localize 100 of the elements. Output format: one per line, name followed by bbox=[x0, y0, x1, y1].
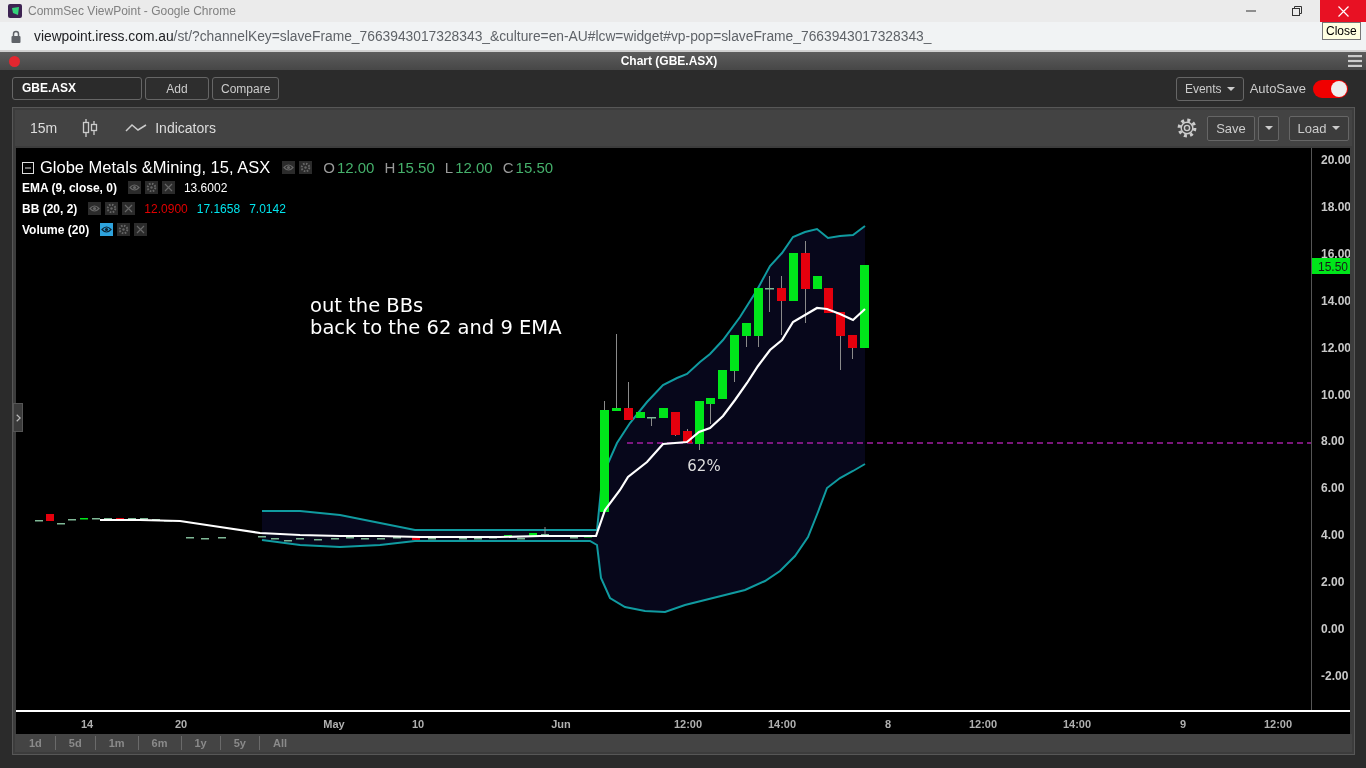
menu-icon[interactable] bbox=[1348, 55, 1362, 67]
falling-candle bbox=[683, 428, 692, 444]
rising-candle bbox=[718, 370, 727, 399]
interval-button[interactable]: 15m bbox=[30, 120, 58, 136]
caret-down-icon bbox=[1332, 126, 1341, 130]
side-panel-handle[interactable] bbox=[13, 403, 23, 432]
close-icon[interactable] bbox=[122, 202, 136, 215]
rising-candle bbox=[754, 287, 763, 348]
time-axis-label: 9 bbox=[1179, 718, 1187, 730]
chevron-right-icon bbox=[15, 413, 21, 422]
flat-candle bbox=[765, 275, 774, 313]
compare-button[interactable]: Compare bbox=[212, 77, 280, 100]
chart-annotation: out the BBs back to the 62 and 9 EMA bbox=[310, 295, 562, 339]
eye-icon[interactable] bbox=[282, 161, 296, 174]
price-axis-label: 4.00 bbox=[1321, 528, 1345, 543]
close-icon[interactable] bbox=[161, 181, 175, 194]
falling-candle bbox=[624, 381, 633, 421]
price-axis-label: 8.00 bbox=[1321, 434, 1345, 449]
time-axis-label: May bbox=[323, 718, 345, 730]
rising-candle bbox=[813, 276, 822, 289]
falling-candle bbox=[836, 311, 845, 371]
eye-icon[interactable] bbox=[100, 223, 114, 236]
save-button[interactable]: Save bbox=[1207, 115, 1255, 141]
rising-candle bbox=[695, 400, 704, 451]
price-axis-label: 12.00 bbox=[1321, 340, 1350, 355]
time-axis-label: 8 bbox=[884, 718, 892, 730]
save-options-button[interactable] bbox=[1258, 115, 1279, 141]
indicator-label: BB (20, 2) bbox=[22, 201, 78, 216]
time-axis-label: 14 bbox=[80, 718, 94, 730]
indicator-label: EMA (9, close, 0) bbox=[22, 180, 117, 195]
ohlc-label: L bbox=[444, 159, 454, 176]
lock-icon bbox=[11, 29, 21, 43]
price-axis-label: 14.00 bbox=[1321, 293, 1350, 308]
close-icon[interactable] bbox=[134, 223, 148, 236]
price-axis-label: -2.00 bbox=[1321, 668, 1349, 683]
settings-icon[interactable] bbox=[117, 223, 131, 236]
settings-icon[interactable] bbox=[299, 161, 313, 174]
address-field[interactable]: viewpoint.iress.com.au/st/?channelKey=slaveFrame_7663943017328343_&culture=en-AU#lcw=widget#vp-pop=slaveFrame_7663943017328343_ bbox=[34, 28, 932, 44]
indicator-label: Volume (20) bbox=[22, 222, 90, 237]
ohlc-value: 15.50 bbox=[515, 159, 554, 176]
ohlc-value: 12.00 bbox=[455, 159, 493, 176]
time-axis-label: 10 bbox=[411, 718, 425, 730]
rising-candle bbox=[636, 412, 645, 418]
collapse-icon[interactable] bbox=[22, 161, 34, 174]
indicator-value: 7.0142 bbox=[249, 201, 286, 216]
time-axis-label: 12:00 bbox=[673, 718, 703, 730]
time-axis-label: 14:00 bbox=[767, 718, 797, 730]
price-axis-label: 10.00 bbox=[1321, 387, 1350, 402]
events-button[interactable]: Events bbox=[1175, 76, 1244, 101]
ohlc-label: C bbox=[502, 159, 514, 176]
rising-candle bbox=[706, 397, 715, 425]
indicator-value: 17.1658 bbox=[196, 201, 241, 216]
favicon-icon bbox=[8, 4, 22, 18]
settings-icon[interactable] bbox=[144, 181, 158, 194]
indicators-button[interactable]: Indicators bbox=[125, 120, 216, 136]
time-axis-label: Jun bbox=[551, 718, 571, 730]
restore-icon bbox=[1292, 6, 1302, 16]
rising-candle bbox=[659, 408, 668, 418]
time-axis-label: 20 bbox=[174, 718, 188, 730]
caret-down-icon bbox=[1264, 126, 1273, 130]
price-axis-label: 2.00 bbox=[1321, 575, 1345, 590]
indicator-value: 12.0900 bbox=[144, 201, 188, 216]
rising-candle bbox=[789, 253, 798, 301]
rising-candle bbox=[742, 322, 751, 348]
add-button[interactable]: Add bbox=[145, 77, 209, 100]
line-chart-icon bbox=[125, 123, 148, 133]
ohlc-value: 15.50 bbox=[397, 159, 435, 176]
ohlc-label: O bbox=[323, 159, 335, 176]
settings-icon[interactable] bbox=[105, 202, 119, 215]
load-button[interactable]: Load bbox=[1289, 115, 1349, 141]
dot-icon[interactable] bbox=[9, 55, 20, 67]
symbol-field[interactable]: GBE.ASX bbox=[12, 77, 142, 100]
falling-candle bbox=[848, 334, 857, 360]
window-title: CommSec ViewPoint - Google Chrome bbox=[28, 4, 236, 18]
price-axis-label: 20.00 bbox=[1321, 153, 1350, 167]
autosave-label: AutoSave bbox=[1249, 81, 1306, 96]
candlestick-icon[interactable] bbox=[82, 119, 99, 137]
flat-candle bbox=[541, 526, 549, 537]
time-axis-label: 12:00 bbox=[968, 718, 998, 730]
time-axis-label: 12:00 bbox=[1263, 718, 1293, 730]
series-title: Globe Metals &Mining, 15, ASX bbox=[40, 158, 271, 177]
price-axis-label: 6.00 bbox=[1321, 481, 1345, 496]
rising-candle bbox=[730, 334, 739, 383]
autosave-toggle[interactable] bbox=[1313, 79, 1348, 98]
falling-candle bbox=[777, 275, 786, 336]
ohlc-label: H bbox=[384, 159, 396, 176]
rising-candle bbox=[529, 533, 537, 537]
indicator-value: 13.6002 bbox=[183, 180, 228, 195]
falling-candle bbox=[671, 411, 680, 437]
tooltip: Close bbox=[1322, 22, 1361, 40]
settings-icon[interactable] bbox=[1177, 118, 1197, 138]
eye-icon[interactable] bbox=[127, 181, 141, 194]
retracement-label: 62% bbox=[687, 457, 721, 475]
price-axis-label: 0.00 bbox=[1321, 622, 1345, 636]
caret-down-icon bbox=[1226, 86, 1235, 91]
last-price-label: 15.50 bbox=[1312, 258, 1350, 274]
falling-candle bbox=[412, 537, 420, 540]
price-axis-label: 18.00 bbox=[1321, 199, 1350, 214]
eye-icon[interactable] bbox=[88, 202, 102, 215]
close-icon bbox=[1337, 5, 1349, 17]
